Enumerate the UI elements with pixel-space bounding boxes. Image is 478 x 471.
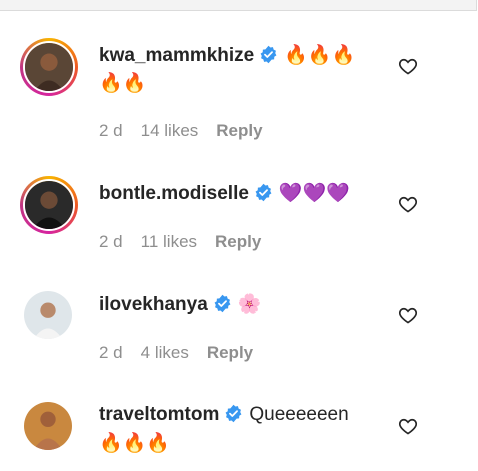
username-link[interactable]: bontle.modiselle <box>99 183 249 204</box>
avatar[interactable] <box>20 38 78 96</box>
comment-meta: 2 d 4 likes Reply <box>99 343 271 363</box>
timestamp[interactable]: 2 d <box>99 121 123 140</box>
comment-text: 🔥🔥🔥 <box>284 44 356 66</box>
reply-button[interactable]: Reply <box>216 121 262 140</box>
verified-badge-icon <box>254 183 273 202</box>
username-link[interactable]: kwa_mammkhize <box>99 45 254 66</box>
comment-meta: 2 d 11 likes Reply <box>99 232 279 252</box>
verified-badge-icon <box>213 294 232 313</box>
comment-line: ilovekhanya 🌸 <box>99 292 261 317</box>
comment-meta: 2 d 14 likes Reply <box>99 121 281 141</box>
comment-text-continued: 🔥🔥🔥 <box>99 432 170 454</box>
top-bar <box>0 0 477 11</box>
avatar[interactable] <box>20 176 78 234</box>
likes-count[interactable]: 4 likes <box>141 343 189 362</box>
comment-line: bontle.modiselle 💜💜💜 <box>99 181 350 206</box>
comment-text: Queeeeeen <box>249 404 349 425</box>
username-link[interactable]: ilovekhanya <box>99 294 208 315</box>
reply-button[interactable]: Reply <box>207 343 253 362</box>
comment-line: traveltomtom Queeeeeen <box>99 403 349 427</box>
comment-text: 🌸 <box>237 293 262 315</box>
verified-badge-icon <box>259 45 278 64</box>
likes-count[interactable]: 14 likes <box>141 121 199 140</box>
timestamp[interactable]: 2 d <box>99 232 123 251</box>
username-link[interactable]: traveltomtom <box>99 404 219 425</box>
heart-outline-icon[interactable] <box>398 194 418 214</box>
avatar[interactable] <box>24 402 72 450</box>
avatar[interactable] <box>24 291 72 339</box>
comment-text-continued: 🔥🔥 <box>99 72 147 94</box>
timestamp[interactable]: 2 d <box>99 343 123 362</box>
comment-line: kwa_mammkhize 🔥🔥🔥 <box>99 43 355 68</box>
heart-outline-icon[interactable] <box>398 305 418 325</box>
heart-outline-icon[interactable] <box>398 56 418 76</box>
heart-outline-icon[interactable] <box>398 416 418 436</box>
reply-button[interactable]: Reply <box>215 232 261 251</box>
comment-text: 💜💜💜 <box>278 182 350 204</box>
likes-count[interactable]: 11 likes <box>141 232 197 251</box>
verified-badge-icon <box>224 404 243 423</box>
